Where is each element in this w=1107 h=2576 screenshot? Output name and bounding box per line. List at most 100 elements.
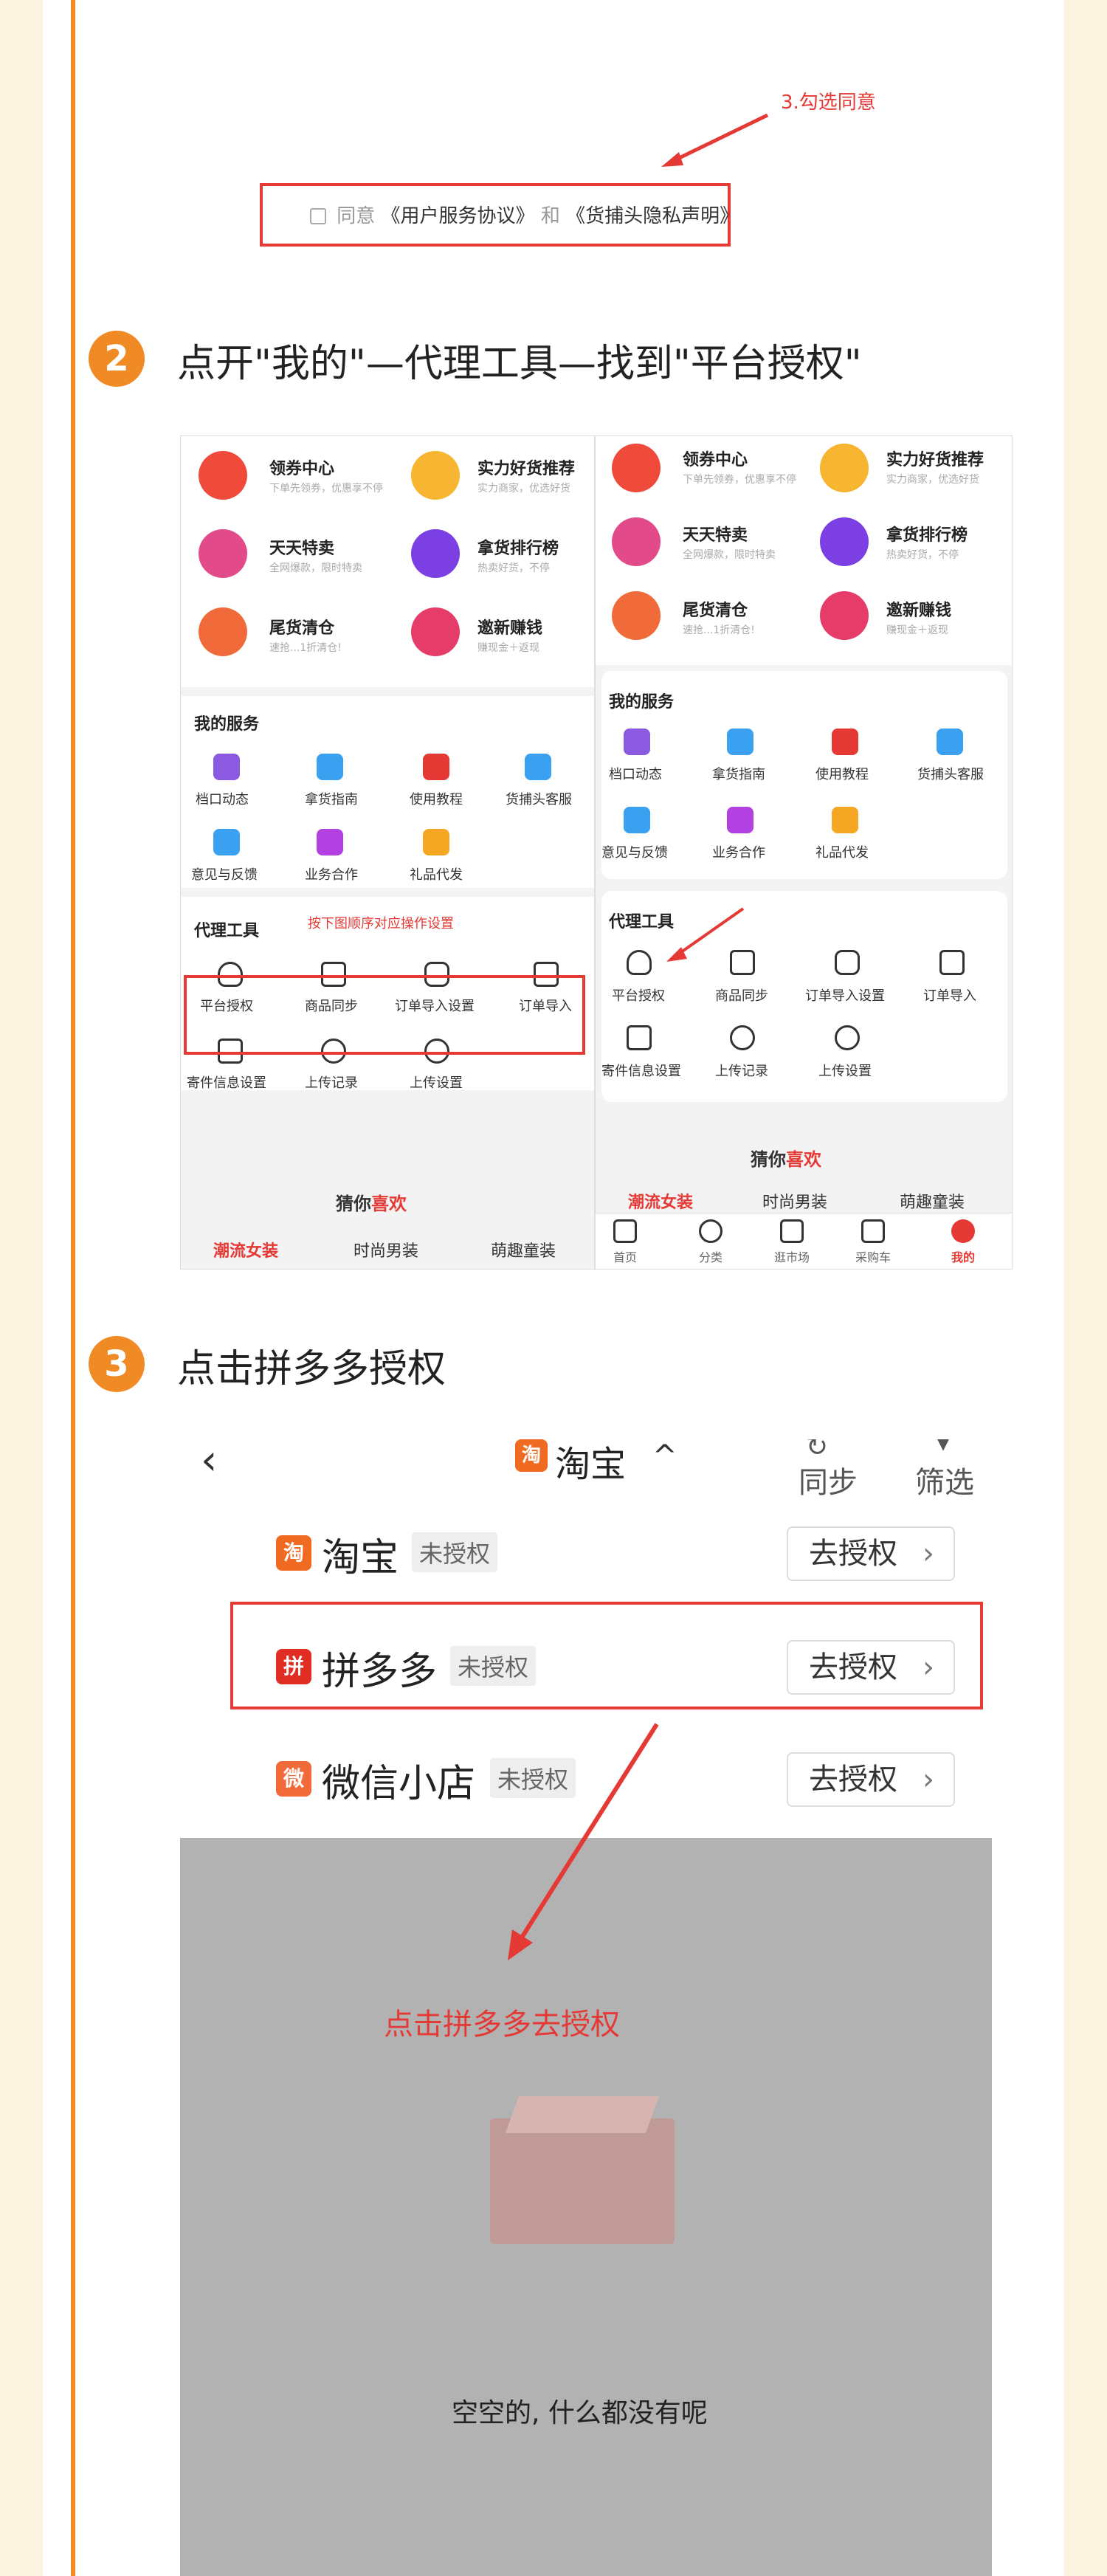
agent-tools-title: 代理工具 <box>194 922 260 940</box>
my-page-screenshot-right: 领券中心 下单先领券，优惠享不停 实力好货推荐 实力商家，优选好货 天天特卖 全… <box>595 435 1013 1270</box>
header-title[interactable]: 淘宝 <box>555 1439 626 1487</box>
header-sync[interactable]: 同步 <box>799 1459 858 1501</box>
market-icon <box>780 1219 804 1243</box>
authorize-label: 去授权 <box>809 1763 897 1797</box>
hexagon-icon <box>835 950 860 975</box>
promo-title[interactable]: 拿货排行榜 <box>477 535 559 559</box>
promo-sub: 下单先领券，优惠享不停 <box>269 483 383 495</box>
service-item[interactable]: 档口动态 <box>196 789 249 808</box>
privacy-statement-link[interactable]: 《货捕头隐私声明》 <box>566 205 739 227</box>
service-item[interactable]: 业务合作 <box>305 864 358 884</box>
service-item[interactable]: 货捕头客服 <box>917 764 984 783</box>
promo-title[interactable]: 实力好货推荐 <box>886 447 984 470</box>
service-item[interactable]: 使用教程 <box>815 764 869 783</box>
store-icon <box>624 729 650 755</box>
agent-tool-item[interactable]: 商品同步 <box>715 985 768 1005</box>
header-filter[interactable]: 筛选 <box>915 1459 974 1501</box>
agent-tool-item[interactable]: 上传记录 <box>715 1061 768 1080</box>
platform-name: 淘宝 <box>322 1536 399 1580</box>
promo-title[interactable]: 尾货清仓 <box>683 597 748 621</box>
nav-mine[interactable]: 我的 <box>941 1247 985 1265</box>
step3-badge: 3 <box>89 1336 145 1392</box>
service-item[interactable]: 意见与反馈 <box>601 842 668 861</box>
agent-tool-item[interactable]: 平台授权 <box>612 985 665 1005</box>
service-item[interactable]: 礼品代发 <box>815 842 869 861</box>
gift-box-icon <box>423 829 449 855</box>
tab-men[interactable]: 时尚男装 <box>762 1189 827 1213</box>
book-icon <box>832 729 858 755</box>
tab-kids[interactable]: 萌趣童装 <box>491 1238 556 1261</box>
authorize-button-wechat[interactable]: 去授权 › <box>787 1752 955 1807</box>
tab-kids[interactable]: 萌趣童装 <box>900 1189 965 1213</box>
agent-tool-item[interactable]: 寄件信息设置 <box>187 1072 266 1092</box>
agent-tools-highlight-box <box>184 975 585 1055</box>
nav-home[interactable]: 首页 <box>603 1247 647 1265</box>
upload-cloud-icon <box>730 1025 755 1050</box>
user-service-agreement-link[interactable]: 《用户服务协议》 <box>382 205 535 227</box>
promo-title[interactable]: 实力好货推荐 <box>477 455 575 479</box>
service-item[interactable]: 意见与反馈 <box>191 864 258 884</box>
nav-market[interactable]: 逛市场 <box>770 1247 814 1265</box>
promo-title[interactable]: 领券中心 <box>269 455 334 479</box>
shield-icon <box>627 950 652 975</box>
bottom-nav: 首页 分类 逛市场 采购车 我的 <box>596 1213 1012 1269</box>
agent-tool-item[interactable]: 上传设置 <box>410 1072 463 1092</box>
service-item[interactable]: 礼品代发 <box>410 864 463 884</box>
agreement-checkbox[interactable] <box>310 208 326 224</box>
agent-tools-note: 按下图顺序对应操作设置 <box>308 916 454 931</box>
promo-title[interactable]: 邀新赚钱 <box>477 615 542 638</box>
nav-category[interactable]: 分类 <box>689 1247 733 1265</box>
timeline-line <box>71 0 75 2576</box>
promo-sub: 实力商家，优选好货 <box>477 483 570 495</box>
nav-cart[interactable]: 采购车 <box>851 1247 895 1265</box>
edit-doc-icon <box>627 1025 652 1050</box>
agent-tool-item[interactable]: 上传记录 <box>305 1072 358 1092</box>
service-item[interactable]: 拿货指南 <box>305 789 358 808</box>
taobao-icon: 淘 <box>276 1535 311 1571</box>
promo-title[interactable]: 尾货清仓 <box>269 615 334 638</box>
promo-card: 领券中心 下单先领券，优惠享不停 实力好货推荐 实力商家，优选好货 天天特卖 全… <box>181 436 594 687</box>
agent-tool-item[interactable]: 订单导入设置 <box>805 985 885 1005</box>
promo-sub: 热卖好货，不停 <box>477 562 550 574</box>
agent-tool-item[interactable]: 寄件信息设置 <box>601 1061 681 1080</box>
step1-annotation: 3.勾选同意 <box>781 92 876 114</box>
ticket-icon <box>199 451 247 500</box>
tab-women[interactable]: 潮流女装 <box>213 1238 278 1261</box>
tab-women[interactable]: 潮流女装 <box>628 1189 693 1213</box>
service-item[interactable]: 档口动态 <box>609 764 662 783</box>
chevron-right-icon: › <box>922 1763 934 1797</box>
promo-sub: 实力商家，优选好货 <box>886 474 979 486</box>
authorize-button-taobao[interactable]: 去授权 › <box>787 1526 955 1581</box>
arrow-icon <box>661 113 769 167</box>
empty-box-icon <box>490 2081 675 2244</box>
promo-title[interactable]: 天天特卖 <box>683 522 748 545</box>
home-icon <box>613 1219 637 1243</box>
agent-tool-item[interactable]: 上传设置 <box>818 1061 872 1080</box>
service-item[interactable]: 业务合作 <box>712 842 765 861</box>
filter-icon[interactable]: ▾ <box>937 1439 949 1457</box>
promo-sub: 速抢...1折清仓! <box>269 642 342 654</box>
promo-title[interactable]: 天天特卖 <box>269 535 334 559</box>
service-item[interactable]: 使用教程 <box>410 789 463 808</box>
promo-sub: 赚现金＋返现 <box>477 642 539 654</box>
services-title: 我的服务 <box>194 715 260 734</box>
service-item[interactable]: 拿货指南 <box>712 764 765 783</box>
promo-sub: 全网爆款，限时特卖 <box>683 549 776 561</box>
agent-tool-item[interactable]: 订单导入 <box>923 985 976 1005</box>
chevron-up-icon[interactable]: ^ <box>652 1439 677 1473</box>
platform-name: 微信小店 <box>322 1762 476 1806</box>
promo-title[interactable]: 领券中心 <box>683 447 748 470</box>
guess-title-b: 喜欢 <box>786 1149 821 1170</box>
wechat-shop-icon: 微 <box>276 1761 311 1797</box>
feedback-icon <box>213 829 240 855</box>
clearance-icon <box>199 607 247 656</box>
trophy-icon <box>820 517 869 566</box>
headset-icon <box>525 754 551 780</box>
my-services-card: 我的服务 档口动态 拿货指南 使用教程 货捕头客服 意见与反馈 业务合作 礼品代… <box>601 671 1007 879</box>
service-item[interactable]: 货捕头客服 <box>506 789 572 808</box>
tab-men[interactable]: 时尚男装 <box>354 1238 418 1261</box>
back-icon[interactable]: ‹ <box>201 1439 217 1484</box>
cart-icon <box>861 1219 885 1243</box>
promo-title[interactable]: 邀新赚钱 <box>886 597 951 621</box>
promo-title[interactable]: 拿货排行榜 <box>886 522 968 545</box>
